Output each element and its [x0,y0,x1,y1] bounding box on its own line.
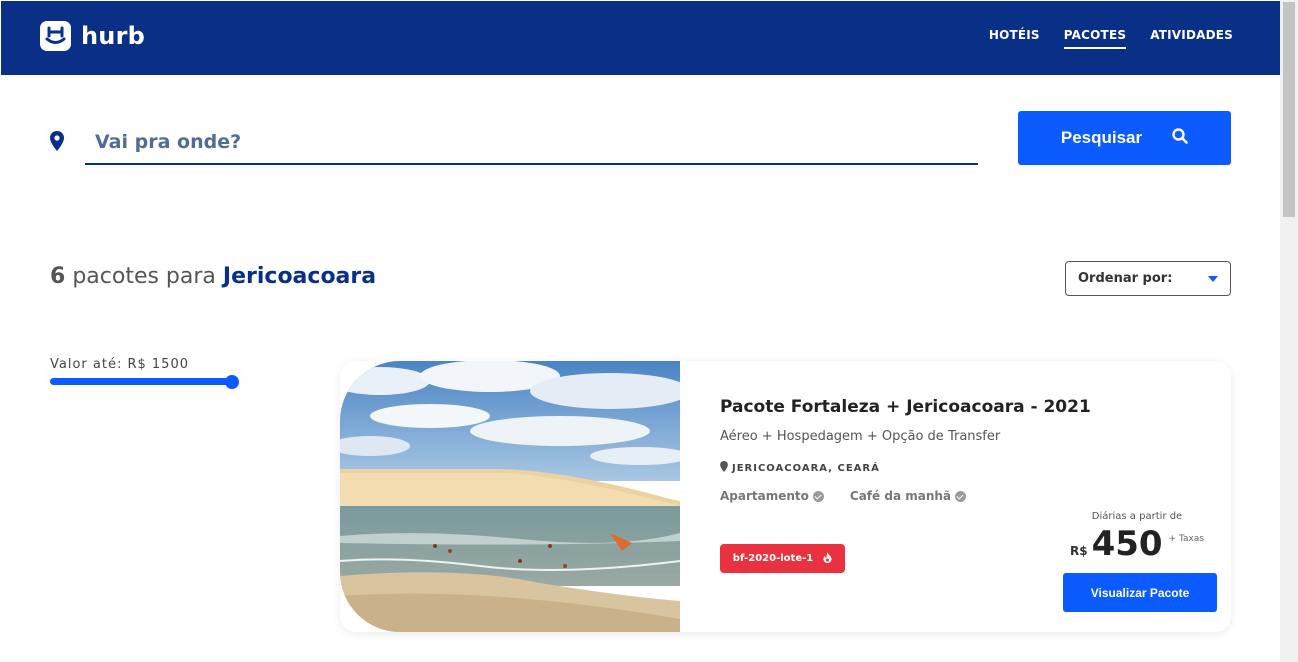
package-location: JERICOACOARA, CEARÁ [720,461,880,475]
promo-badge-label: bf-2020-lote-1 [732,553,814,564]
nav-pacotes[interactable]: PACOTES [1063,28,1127,49]
package-subtitle: Aéreo + Hospedagem + Opção de Transfer [720,429,1001,444]
check-circle-icon [812,490,824,502]
amenity-item: Apartamento [720,489,824,503]
package-image[interactable] [340,361,680,632]
page-scrollbar[interactable] [1280,0,1298,662]
amenity-label: Café da manhã [849,489,951,503]
tax-note: + Taxas [1168,534,1205,544]
promo-badge: bf-2020-lote-1 [720,544,845,573]
package-title[interactable]: Pacote Fortaleza + Jericoacoara - 2021 [720,397,1091,417]
search-icon [1172,127,1188,149]
caret-down-icon [1208,275,1218,282]
location-pin-icon [50,131,64,155]
search-button-label: Pesquisar [1060,128,1143,147]
location-text: JERICOACOARA, CEARÁ [732,462,880,474]
amenities-list: Apartamento Café da manhã [720,489,966,503]
results-destination: Jericoacoara [222,264,377,289]
price-slider-track [50,378,232,385]
amenity-item: Café da manhã [850,489,966,503]
logo-mark-icon [40,21,71,51]
nav-atividades[interactable]: ATIVIDADES [1150,28,1233,49]
destination-search-input[interactable] [85,120,978,165]
price-block: Diárias a partir de R$ 450 + Taxas [1057,511,1217,564]
logo-text: hurb [81,22,145,50]
price-filter-label: Valor até: R$ 1500 [50,357,189,372]
package-card[interactable]: Pacote Fortaleza + Jericoacoara - 2021 A… [340,361,1231,632]
price-note: Diárias a partir de [1091,511,1183,522]
price-value: 450 [1091,524,1163,564]
amenity-label: Apartamento [720,489,809,503]
sort-dropdown[interactable]: Ordenar por: [1065,261,1231,296]
price-slider-handle[interactable] [225,375,239,389]
location-pin-icon [720,461,728,475]
sort-label: Ordenar por: [1078,271,1173,286]
results-heading: 6 pacotes para Jericoacoara [50,264,376,289]
search-button[interactable]: Pesquisar [1018,111,1231,165]
hurb-logo[interactable]: hurb [40,21,145,51]
fire-icon [823,551,832,566]
price-slider[interactable] [50,375,240,389]
view-package-button[interactable]: Visualizar Pacote [1063,573,1217,612]
top-navbar: hurb HOTÉIS PACOTES ATIVIDADES [1,1,1280,75]
results-count: 6 [50,264,66,289]
results-text: pacotes para [72,264,216,289]
price-row: R$ 450 + Taxas [1057,524,1217,564]
check-circle-icon [955,490,966,502]
nav-hoteis[interactable]: HOTÉIS [989,28,1040,49]
scrollbar-thumb[interactable] [1283,2,1295,217]
main-nav: HOTÉIS PACOTES ATIVIDADES [989,28,1233,49]
price-currency: R$ [1069,544,1088,558]
